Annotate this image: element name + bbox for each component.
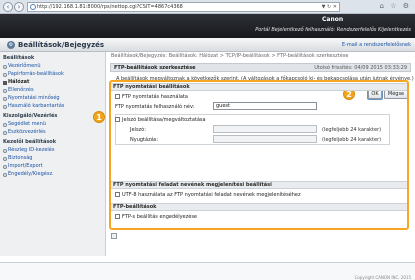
browser-toolbar: ‹ › http://192.168.1.81:8000/rps/nettop.… xyxy=(0,0,415,14)
panel-header: FTP-beállítások szerkesztése Utolsó fris… xyxy=(110,63,411,72)
sidebar-item-network[interactable]: Hálózat xyxy=(0,78,105,86)
confirm-input[interactable] xyxy=(213,135,317,143)
ftp-print-use-checkbox[interactable] xyxy=(115,94,120,99)
browser-icons[interactable]: ⌂ ☆ ⚙ xyxy=(380,2,411,10)
password-change-row[interactable]: Jelszó beállítása/megváltoztatása xyxy=(115,117,206,123)
sidebar-item-check[interactable]: Ellenőrzés xyxy=(0,86,105,94)
utf8-row[interactable]: UTF-8 használata az FTP nyomtatási felad… xyxy=(115,192,301,198)
sidebar-item-dept-id[interactable]: Részleg ID-kezelés xyxy=(0,146,105,154)
sidebar-item-device-control[interactable]: Eszközvezérlés xyxy=(0,128,105,136)
header-links[interactable]: Portál Bejelentkező felhasználó: Rendsze… xyxy=(255,27,411,33)
password-input[interactable] xyxy=(213,125,317,133)
sidebar-section-server: Kiszolgáló/Vezérlés xyxy=(3,113,58,119)
canon-logo: Canon xyxy=(322,16,344,23)
ftp-print-section-header: FTP nyomtatási beállítások xyxy=(111,83,407,91)
sidebar-section-admin: Kezelői beállítások xyxy=(3,139,57,145)
sidebar: Beállítások Vezérlőmenü Papírforrás-beál… xyxy=(0,52,106,256)
ftp-print-use-row[interactable]: FTP nyomtatás használata xyxy=(115,94,188,100)
globe-icon xyxy=(30,4,36,10)
confirm-label: Nyugtázás: xyxy=(130,137,159,143)
url-tools-icons[interactable]: ▼ ↻ ✕ xyxy=(322,3,337,11)
panel-title: FTP-beállítások szerkesztése xyxy=(114,65,196,71)
url-text: http://192.168.1.81:8000/rps/nettop.cgi?… xyxy=(37,4,183,10)
password-change-label: Jelszó beállítása/megváltoztatása xyxy=(122,117,206,123)
ftp-jobname-section-header: FTP nyomtatási feladat nevének megjelení… xyxy=(111,181,407,189)
password-label: Jelszó: xyxy=(130,127,146,133)
pasv-checkbox[interactable] xyxy=(115,214,120,219)
settings-icon: ⚙ xyxy=(7,41,15,49)
password-hint: (legfeljebb 24 karakter) xyxy=(322,127,382,133)
sidebar-item-control-menu[interactable]: Vezérlőmenü xyxy=(0,62,105,70)
ftp-print-use-label: FTP nyomtatás használata xyxy=(122,94,188,100)
app-header: Canon Portál Bejelentkező felhasználó: R… xyxy=(0,14,415,38)
pasv-label: FTP-s beállítás engedélyezése xyxy=(122,214,197,220)
sidebar-item-print-quality[interactable]: Nyomtatási minőség xyxy=(0,94,105,102)
sidebar-item-security[interactable]: Biztonság xyxy=(0,154,105,162)
address-bar[interactable]: http://192.168.1.81:8000/rps/nettop.cgi?… xyxy=(27,2,340,12)
sidebar-item-maintenance[interactable]: Használó karbantartás xyxy=(0,102,105,110)
confirm-hint: (legfeljebb 24 karakter) xyxy=(322,137,382,143)
utf8-label: UTF-8 használata az FTP nyomtatási felad… xyxy=(122,192,301,198)
last-updated: Utolsó frissítés: 04/09 2015 03:33:29 xyxy=(314,65,407,71)
ftp-user-input[interactable]: guest xyxy=(213,102,317,110)
password-change-checkbox[interactable] xyxy=(115,117,120,122)
ftp-user-label: FTP nyomtatás felhasználó név: xyxy=(115,104,195,110)
copyright: Copyright CANON INC. 2015 xyxy=(354,275,411,280)
page-top-icon[interactable] xyxy=(111,233,117,239)
callout-1: 1 xyxy=(93,111,105,123)
sidebar-item-utility-menu[interactable]: Segédlet menü xyxy=(0,120,105,128)
sidebar-item-license[interactable]: Engedély/Kiegész. xyxy=(0,170,105,178)
footer: Copyright CANON INC. 2015 xyxy=(0,262,415,280)
mail-admin-link[interactable]: E-mail a rendszerfelelősnek xyxy=(342,42,411,48)
back-arrow-icon[interactable]: ‹ xyxy=(3,2,13,12)
sidebar-item-paper-source[interactable]: Papírforrás-beállítások xyxy=(0,70,105,78)
sidebar-item-import-export[interactable]: Import/Export xyxy=(0,162,105,170)
pasv-row[interactable]: FTP-s beállítás engedélyezése xyxy=(115,214,197,220)
page-titlebar: ⚙ Beállítások/Bejegyzés E-mail a rendsze… xyxy=(0,38,415,52)
forward-arrow-icon[interactable]: › xyxy=(14,2,24,12)
page-title: Beállítások/Bejegyzés xyxy=(18,41,105,49)
ftp-ext-section-header: FTP-beállítások xyxy=(111,203,407,211)
breadcrumb: Beállítások/Bejegyzés: Beállítások: Háló… xyxy=(111,53,349,59)
sidebar-section-settings: Beállítások xyxy=(3,55,35,61)
utf8-checkbox[interactable] xyxy=(115,192,120,197)
